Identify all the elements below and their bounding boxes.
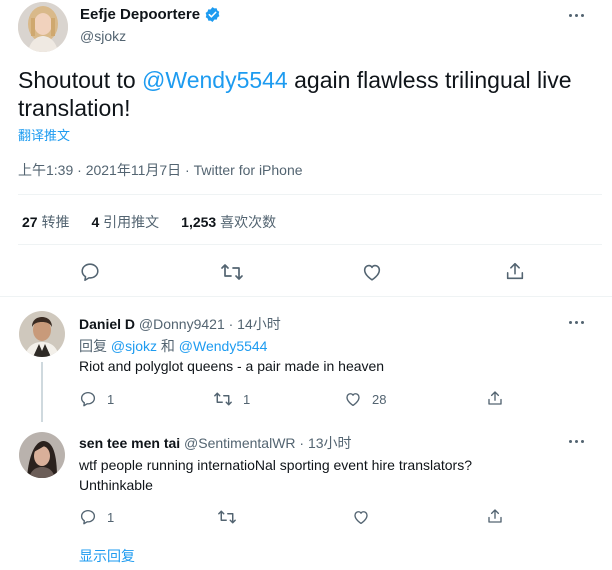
verified-badge-icon bbox=[204, 6, 221, 23]
reply-bubble-icon[interactable] bbox=[79, 508, 97, 526]
author-name[interactable]: Eefje Depoortere bbox=[80, 6, 200, 23]
replying-to-mention[interactable]: @Wendy5544 bbox=[179, 338, 268, 354]
retweet-count: 1 bbox=[243, 391, 251, 407]
thread-line bbox=[41, 362, 43, 422]
tweet-meta[interactable]: 上午1:39 · 2021年11月7日 · Twitter for iPhone bbox=[18, 160, 303, 180]
stats-row: 27 转推 4 引用推文 1,253 喜欢次数 bbox=[22, 212, 276, 232]
reply-action-reply[interactable]: 1 bbox=[79, 390, 114, 408]
retweet-icon[interactable] bbox=[220, 261, 244, 283]
reply-count: 1 bbox=[107, 509, 115, 525]
author-avatar[interactable] bbox=[18, 2, 68, 52]
reply-header: sen tee men tai @SentimentalWR · 13小时 bbox=[79, 433, 352, 453]
likes-stat[interactable]: 1,253 喜欢次数 bbox=[181, 212, 276, 232]
quotes-count: 4 bbox=[91, 214, 100, 230]
replying-to: 回复 @sjokz 和 @Wendy5544 bbox=[79, 336, 267, 356]
reply-text: Riot and polyglot queens - a pair made i… bbox=[79, 358, 385, 374]
share-icon[interactable] bbox=[504, 260, 526, 282]
retweet-icon[interactable] bbox=[213, 390, 233, 408]
reply-time[interactable]: · 14小时 bbox=[225, 316, 281, 332]
reply-text-line: Unthinkable bbox=[79, 477, 153, 493]
share-icon[interactable] bbox=[486, 507, 504, 525]
mention-link[interactable]: @Wendy5544 bbox=[142, 67, 288, 93]
replying-to-prefix: 回复 bbox=[79, 338, 111, 354]
more-dots-icon[interactable] bbox=[569, 321, 584, 324]
reply-time[interactable]: · 13小时 bbox=[296, 435, 351, 451]
author-name-row[interactable]: Eefje Depoortere bbox=[80, 6, 221, 23]
like-count: 28 bbox=[372, 391, 387, 407]
reply-author-name[interactable]: sen tee men tai bbox=[79, 435, 180, 451]
reply-bubble-icon[interactable] bbox=[79, 261, 101, 283]
share-icon[interactable] bbox=[486, 389, 504, 407]
reply-author-name[interactable]: Daniel D bbox=[79, 316, 135, 332]
retweets-stat[interactable]: 27 转推 bbox=[22, 212, 69, 232]
reply-action-reply[interactable]: 1 bbox=[79, 508, 114, 526]
heart-icon[interactable] bbox=[344, 390, 362, 408]
tweet-text-before: Shoutout to bbox=[18, 67, 143, 93]
reply-text-line: wtf people running internatioNal sportin… bbox=[79, 457, 473, 473]
reply-author-handle[interactable]: @SentimentalWR bbox=[184, 435, 295, 451]
heart-icon[interactable] bbox=[352, 508, 370, 526]
divider bbox=[0, 296, 612, 297]
translate-tweet-link[interactable]: 翻译推文 bbox=[18, 125, 70, 144]
reply-avatar[interactable] bbox=[19, 432, 65, 478]
reply-action-like[interactable]: 28 bbox=[344, 390, 386, 408]
more-dots-icon[interactable] bbox=[569, 440, 584, 443]
reply-count: 1 bbox=[107, 391, 115, 407]
retweet-icon[interactable] bbox=[217, 508, 237, 526]
quotes-stat[interactable]: 4 引用推文 bbox=[91, 212, 159, 232]
quotes-label: 引用推文 bbox=[103, 214, 160, 230]
show-replies-link[interactable]: 显示回复 bbox=[79, 546, 135, 566]
replying-to-and: 和 bbox=[157, 338, 179, 354]
retweets-label: 转推 bbox=[41, 214, 70, 230]
replying-to-mention[interactable]: @sjokz bbox=[111, 338, 157, 354]
reply-avatar[interactable] bbox=[19, 311, 65, 357]
likes-label: 喜欢次数 bbox=[220, 214, 277, 230]
likes-count: 1,253 bbox=[181, 214, 217, 230]
reply-text: wtf people running internatioNal sportin… bbox=[79, 455, 472, 495]
retweets-count: 27 bbox=[22, 214, 38, 230]
reply-header: Daniel D @Donny9421 · 14小时 bbox=[79, 314, 281, 334]
divider bbox=[18, 194, 602, 195]
more-dots-icon[interactable] bbox=[569, 14, 584, 17]
divider bbox=[18, 244, 602, 245]
reply-author-handle[interactable]: @Donny9421 bbox=[139, 316, 225, 332]
reply-bubble-icon[interactable] bbox=[79, 390, 97, 408]
heart-icon[interactable] bbox=[361, 261, 383, 283]
reply-action-retweet[interactable]: 1 bbox=[213, 390, 250, 408]
tweet-text: Shoutout to @Wendy5544 again flawless tr… bbox=[18, 66, 598, 122]
author-handle[interactable]: @sjokz bbox=[80, 28, 126, 44]
